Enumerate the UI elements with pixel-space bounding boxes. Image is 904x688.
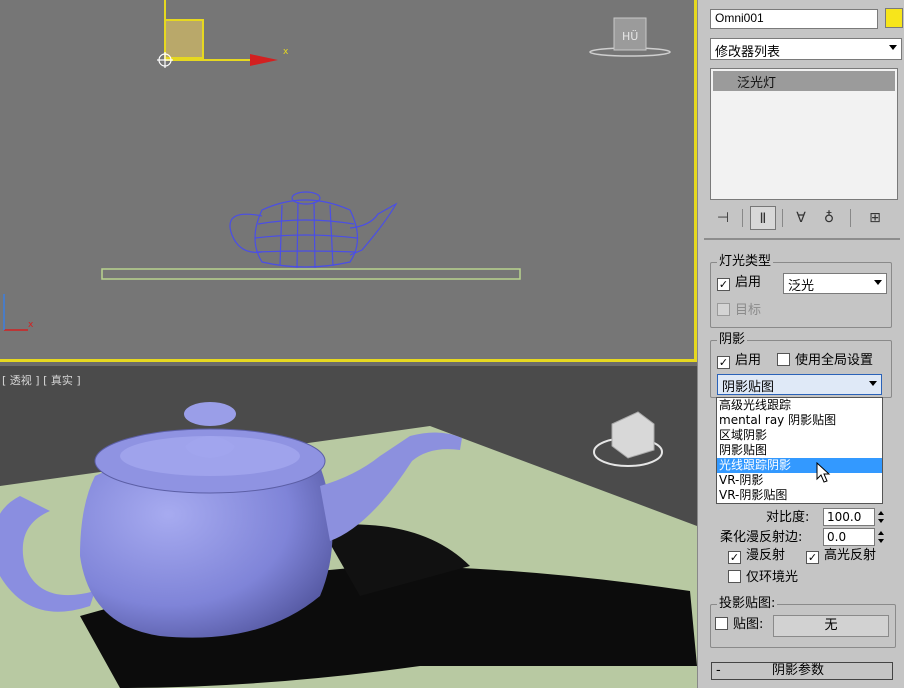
svg-text:x: x <box>28 320 34 330</box>
configure-modifier-sets-icon[interactable]: ⊞ <box>862 206 888 230</box>
shadow-option-vr-shadow[interactable]: VR-阴影 <box>717 473 882 488</box>
shadow-params-rollout[interactable]: - 阴影参数 <box>711 662 893 680</box>
object-name-field[interactable]: Omni001 <box>710 9 878 29</box>
top-viewport-scene: x HÜ x <box>3 0 671 331</box>
viewcube-perspective-icon <box>593 411 663 467</box>
chevron-down-icon <box>874 280 882 285</box>
world-axis-icon: x <box>3 294 34 331</box>
toolbar-divider <box>742 209 743 227</box>
light-type-title: 灯光类型 <box>717 254 774 270</box>
viewcube-top-icon: HÜ <box>589 17 671 57</box>
teapot-wireframe <box>229 191 398 269</box>
light-type-dropdown[interactable]: 泛光 <box>783 273 887 294</box>
check-icon: ✓ <box>717 278 730 291</box>
ground-plane-outline <box>101 268 521 280</box>
toolbar-divider <box>850 209 851 227</box>
svg-text:HÜ: HÜ <box>622 30 638 43</box>
shadow-type-value: 阴影贴图 <box>722 380 775 395</box>
diffuse-checkbox[interactable]: ✓ 漫反射 <box>728 548 785 564</box>
projector-map-checkbox[interactable]: 贴图: <box>715 617 763 633</box>
check-icon: ✓ <box>806 551 819 564</box>
soften-label: 柔化漫反射边: <box>720 530 803 545</box>
modifier-stack[interactable]: 泛光灯 <box>710 68 898 200</box>
contrast-spinner[interactable]: 100.0 <box>823 508 875 526</box>
stack-toolbar: ⊣ Ⅱ ∀ ♁ ⊞ <box>710 206 902 232</box>
modifier-list-dropdown[interactable]: 修改器列表 <box>710 38 902 60</box>
check-icon: ✓ <box>717 356 730 369</box>
panel-divider <box>704 238 900 240</box>
shadow-option-vr-shadow-map[interactable]: VR-阴影贴图 <box>717 488 882 503</box>
shadow-enable-checkbox[interactable]: ✓ 启用 <box>717 353 761 369</box>
target-checkbox[interactable]: 目标 <box>717 303 761 319</box>
chevron-down-icon <box>889 45 897 50</box>
show-end-result-icon[interactable]: Ⅱ <box>750 206 776 230</box>
object-color-swatch[interactable] <box>885 8 903 28</box>
light-gizmo-plane <box>164 19 204 59</box>
projector-map-title: 投影贴图: <box>717 596 778 612</box>
contrast-spinner-arrows[interactable] <box>876 508 886 526</box>
gizmo-x-arrow <box>250 54 278 66</box>
shadow-type-dropdown[interactable]: 阴影贴图 <box>717 374 882 395</box>
shadow-option-advanced-raytrace[interactable]: 高级光线跟踪 <box>717 398 882 413</box>
command-panel: Omni001 修改器列表 泛光灯 ⊣ Ⅱ ∀ ♁ ⊞ 灯光类型 ✓ 启用 泛光 … <box>697 0 904 688</box>
toolbar-divider <box>782 209 783 227</box>
soften-spinner-arrows[interactable] <box>876 528 886 546</box>
shadow-type-list: 高级光线跟踪 mental ray 阴影贴图 区域阴影 阴影贴图 光线跟踪阴影 … <box>716 397 883 504</box>
soften-spinner[interactable]: 0.0 <box>823 528 875 546</box>
shadow-option-area[interactable]: 区域阴影 <box>717 428 882 443</box>
perspective-viewport[interactable]: [ 透视 ] [ 真实 ] <box>0 366 697 688</box>
pin-stack-icon[interactable]: ⊣ <box>710 206 736 230</box>
top-viewport[interactable]: x HÜ x <box>0 0 697 362</box>
projector-map-group: 投影贴图: 贴图: 无 <box>710 596 896 648</box>
make-unique-icon[interactable]: ∀ <box>788 206 814 230</box>
svg-text:x: x <box>283 47 289 57</box>
shadow-option-mental-ray-map[interactable]: mental ray 阴影贴图 <box>717 413 882 428</box>
light-type-group: 灯光类型 ✓ 启用 泛光 目标 <box>710 254 892 328</box>
shadow-option-raytrace[interactable]: 光线跟踪阴影 <box>717 458 882 473</box>
contrast-label: 对比度: <box>766 510 810 525</box>
ambient-only-checkbox[interactable]: 仅环境光 <box>728 570 798 586</box>
projector-map-button[interactable]: 无 <box>773 615 889 637</box>
chevron-down-icon <box>869 381 877 386</box>
modifier-list-label: 修改器列表 <box>715 45 781 60</box>
light-enable-checkbox[interactable]: ✓ 启用 <box>717 275 761 291</box>
shadow-option-shadow-map[interactable]: 阴影贴图 <box>717 443 882 458</box>
specular-checkbox[interactable]: ✓ 高光反射 <box>806 548 876 564</box>
perspective-viewport-label[interactable]: [ 透视 ] [ 真实 ] <box>2 372 81 388</box>
check-icon: ✓ <box>728 551 741 564</box>
perspective-scene <box>0 402 697 688</box>
light-type-value: 泛光 <box>788 279 815 294</box>
shadows-title: 阴影 <box>717 332 748 348</box>
use-global-settings-checkbox[interactable]: 使用全局设置 <box>777 353 873 369</box>
remove-modifier-icon[interactable]: ♁ <box>816 206 842 230</box>
rollout-collapse-sign: - <box>716 663 721 678</box>
mouse-cursor-icon <box>816 462 831 483</box>
rollout-title: 阴影参数 <box>772 663 825 678</box>
stack-item-omni[interactable]: 泛光灯 <box>713 71 895 91</box>
